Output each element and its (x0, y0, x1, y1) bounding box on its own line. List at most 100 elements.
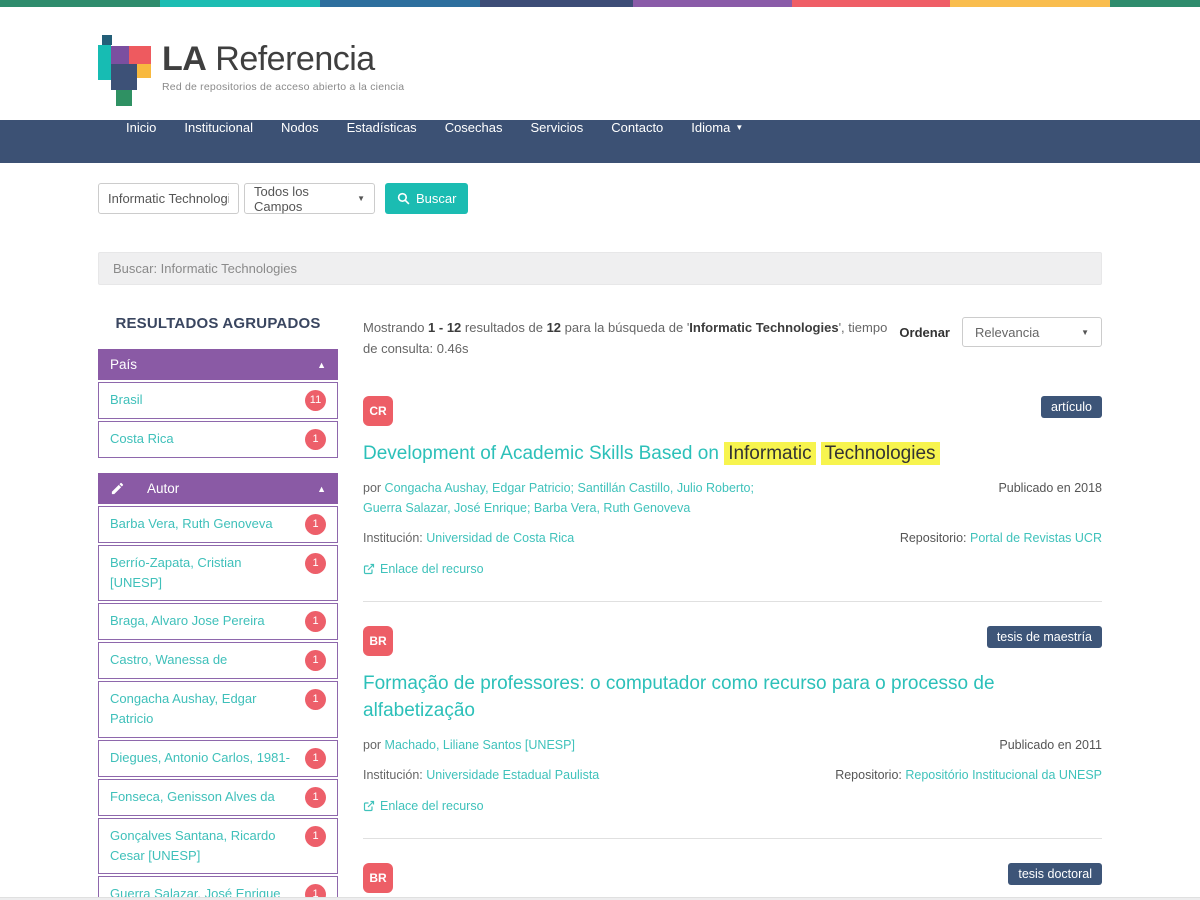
record-divider (363, 601, 1102, 602)
doc-type-badge: tesis doctoral (1008, 863, 1102, 885)
facet-header-pais[interactable]: País ▲ (98, 349, 338, 380)
sort-control: Ordenar Relevancia ▼ (899, 317, 1102, 347)
page: LA Referencia Red de repositorios de acc… (0, 0, 1200, 900)
nav-item-nodos[interactable]: Nodos (267, 120, 333, 135)
institution-link[interactable]: Universidad de Costa Rica (426, 531, 574, 545)
nav-item-inicio[interactable]: Inicio (112, 120, 170, 135)
strip-segment (320, 0, 480, 7)
published-date: Publicado en 2018 (998, 478, 1102, 498)
chevron-down-icon: ▼ (1081, 328, 1089, 337)
country-badge: CR (363, 396, 393, 426)
logo-tagline: Red de repositorios de acceso abierto a … (162, 81, 404, 93)
results-summary: Mostrando 1 - 12 resultados de 12 para l… (363, 317, 899, 360)
country-badge: BR (363, 626, 393, 656)
external-link-icon (363, 563, 375, 575)
logo-mosaic-icon (98, 33, 154, 109)
sidebar-title: RESULTADOS AGRUPADOS (98, 315, 338, 332)
strip-segment (950, 0, 1110, 7)
facet-item-author[interactable]: Congacha Aushay, Edgar Patricio 1 (98, 681, 338, 737)
strip-segment (0, 0, 160, 7)
highlighted-term: Technologies (821, 442, 940, 465)
count-badge: 1 (305, 553, 326, 574)
record-title-link[interactable]: Development of Academic Skills Based on … (363, 441, 1035, 468)
result-record: BR tesis de maestría Formação de profess… (363, 626, 1102, 839)
author-link[interactable]: Congacha Aushay, Edgar Patricio; Santill… (363, 481, 754, 515)
count-badge: 11 (305, 390, 326, 411)
count-badge: 1 (305, 689, 326, 710)
facet-item-author[interactable]: Diegues, Antonio Carlos, 1981- 1 (98, 740, 338, 777)
repository-line: Repositorio: Repositório Institucional d… (835, 765, 1102, 785)
strip-segment (1110, 0, 1200, 7)
record-title-link[interactable]: Formação de professores: o computador co… (363, 671, 1035, 725)
facet-autor: Autor ▲ Barba Vera, Ruth Genoveva 1 Berr… (98, 473, 338, 900)
facet-item-author[interactable]: Castro, Wanessa de 1 (98, 642, 338, 679)
facets-sidebar: RESULTADOS AGRUPADOS País ▲ Brasil 11 Co… (98, 315, 338, 900)
authors-line: por Congacha Aushay, Edgar Patricio; San… (363, 478, 793, 518)
result-record: CR artículo Development of Academic Skil… (363, 396, 1102, 602)
search-bar: Todos los Campos ▼ Buscar (98, 183, 1102, 214)
nav-item-estadisticas[interactable]: Estadísticas (333, 120, 431, 135)
search-field-select[interactable]: Todos los Campos ▼ (244, 183, 375, 214)
chevron-down-icon: ▼ (357, 194, 365, 203)
strip-segment (633, 0, 792, 7)
count-badge: 1 (305, 650, 326, 671)
facet-item-brasil[interactable]: Brasil 11 (98, 382, 338, 419)
search-icon (397, 192, 410, 205)
nav-item-idioma[interactable]: Idioma▼ (677, 120, 757, 135)
repository-line: Repositorio: Portal de Revistas UCR (900, 528, 1102, 548)
result-record: BR tesis doctoral Atividades do software… (363, 863, 1102, 900)
breadcrumb: Buscar: Informatic Technologies (98, 252, 1102, 285)
facet-item-author[interactable]: Barba Vera, Ruth Genoveva 1 (98, 506, 338, 543)
nav-item-institucional[interactable]: Institucional (170, 120, 267, 135)
results-list: Mostrando 1 - 12 resultados de 12 para l… (363, 315, 1102, 900)
logo-title: LA Referencia (162, 41, 404, 78)
strip-segment (480, 0, 633, 7)
chevron-down-icon: ▼ (735, 123, 743, 132)
institution-line: Institución: Universidad de Costa Rica (363, 528, 574, 548)
collapse-arrow-icon[interactable]: ▲ (317, 484, 326, 494)
facet-item-author[interactable]: Berrío-Zapata, Cristian [UNESP] 1 (98, 545, 338, 601)
count-badge: 1 (305, 429, 326, 450)
count-badge: 1 (305, 611, 326, 632)
count-badge: 1 (305, 826, 326, 847)
facet-item-author[interactable]: Gonçalves Santana, Ricardo Cesar [UNESP]… (98, 818, 338, 874)
nav-item-servicios[interactable]: Servicios (517, 120, 598, 135)
resource-link[interactable]: Enlace del recurso (380, 562, 484, 576)
repository-link[interactable]: Portal de Revistas UCR (970, 531, 1102, 545)
main-navbar: Inicio Institucional Nodos Estadísticas … (0, 120, 1200, 163)
count-badge: 1 (305, 514, 326, 535)
facet-item-author[interactable]: Fonseca, Genisson Alves da 1 (98, 779, 338, 816)
published-date: Publicado en 2011 (999, 735, 1102, 755)
search-button[interactable]: Buscar (385, 183, 468, 214)
top-color-strip (0, 0, 1200, 7)
strip-segment (792, 0, 950, 7)
count-badge: 1 (305, 748, 326, 769)
country-badge: BR (363, 863, 393, 893)
authors-line: por Machado, Liliane Santos [UNESP] (363, 735, 575, 755)
pencil-icon (110, 481, 125, 496)
author-link[interactable]: Machado, Liliane Santos [UNESP] (385, 738, 575, 752)
facet-header-autor[interactable]: Autor ▲ (98, 473, 338, 504)
repository-link[interactable]: Repositório Institucional da UNESP (905, 768, 1102, 782)
sort-select[interactable]: Relevancia ▼ (962, 317, 1102, 347)
nav-item-contacto[interactable]: Contacto (597, 120, 677, 135)
institution-line: Institución: Universidade Estadual Pauli… (363, 765, 599, 785)
doc-type-badge: artículo (1041, 396, 1102, 418)
strip-segment (160, 0, 320, 7)
resource-link[interactable]: Enlace del recurso (380, 799, 484, 813)
nav-item-cosechas[interactable]: Cosechas (431, 120, 517, 135)
collapse-arrow-icon[interactable]: ▲ (317, 360, 326, 370)
institution-link[interactable]: Universidade Estadual Paulista (426, 768, 599, 782)
facet-item-costa-rica[interactable]: Costa Rica 1 (98, 421, 338, 458)
search-input[interactable] (98, 183, 239, 214)
la-referencia-logo[interactable]: LA Referencia Red de repositorios de acc… (98, 7, 1102, 109)
header: LA Referencia Red de repositorios de acc… (0, 7, 1200, 120)
sort-label: Ordenar (899, 325, 950, 340)
doc-type-badge: tesis de maestría (987, 626, 1102, 648)
external-link-icon (363, 800, 375, 812)
highlighted-term: Informatic (724, 442, 815, 465)
facet-item-author[interactable]: Braga, Alvaro Jose Pereira 1 (98, 603, 338, 640)
record-divider (363, 838, 1102, 839)
count-badge: 1 (305, 787, 326, 808)
facet-pais: País ▲ Brasil 11 Costa Rica 1 (98, 349, 338, 458)
